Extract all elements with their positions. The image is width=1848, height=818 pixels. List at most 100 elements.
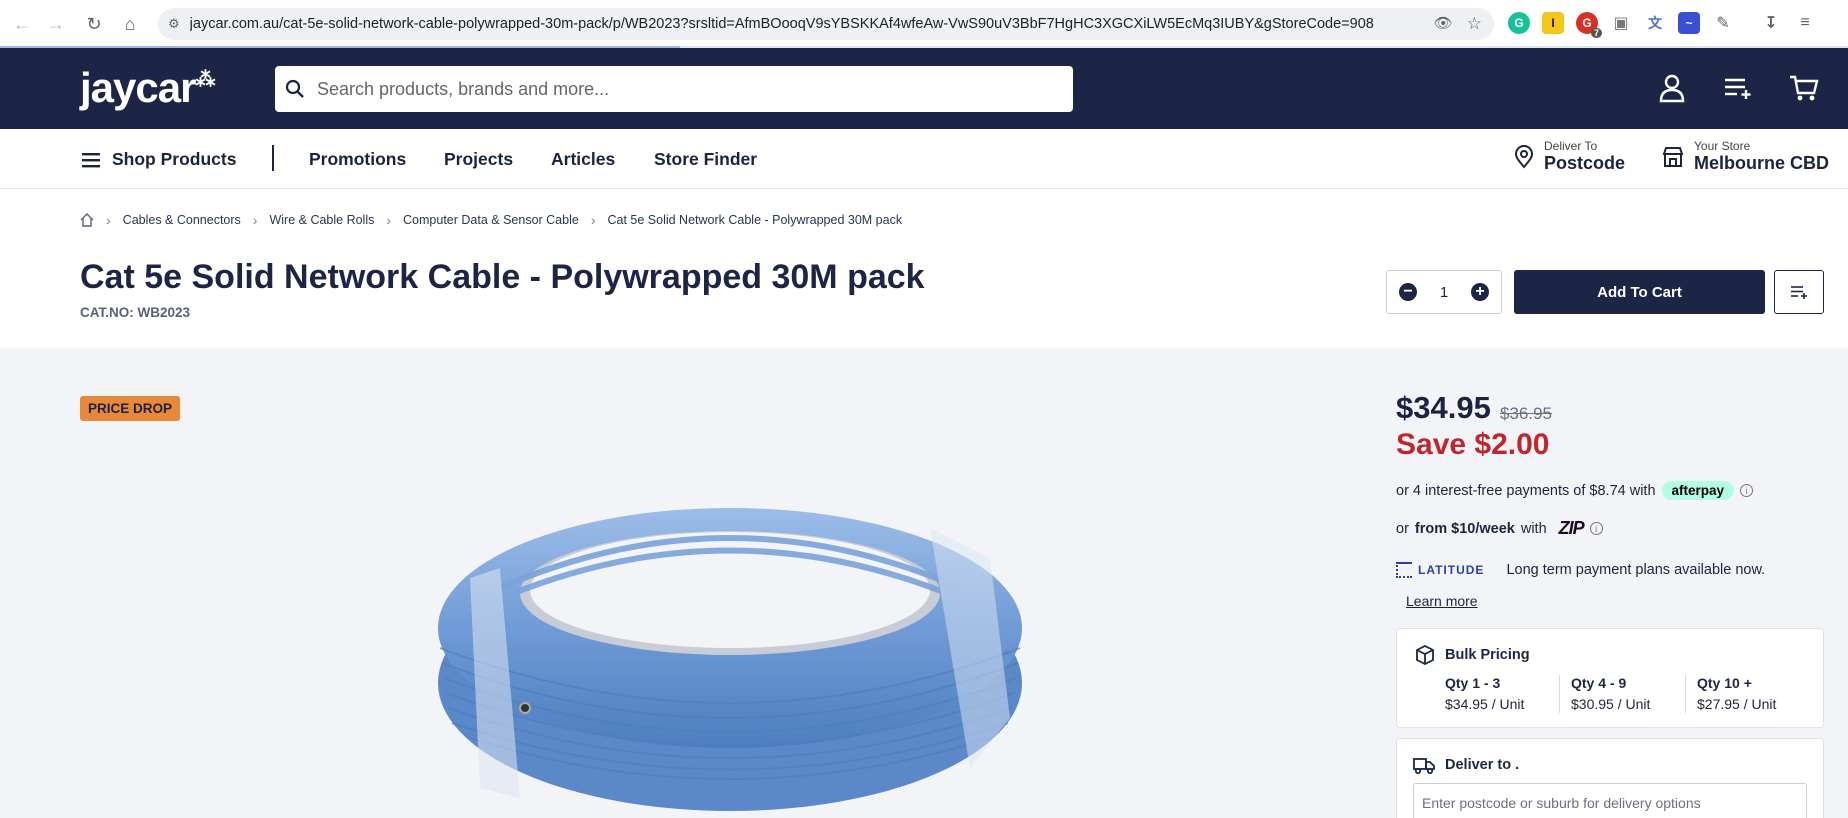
- zip-prefix: or: [1396, 520, 1409, 537]
- translate-icon[interactable]: 文: [1644, 12, 1666, 34]
- your-store-label: Your Store: [1694, 139, 1751, 153]
- bulk-tier: Qty 4 - 9 $30.95 / Unit: [1571, 675, 1650, 712]
- search-icon: [285, 79, 304, 98]
- shop-products-menu[interactable]: Shop Products: [82, 149, 236, 170]
- add-to-wishlist-button[interactable]: [1774, 270, 1824, 314]
- extension-badge-count: 7: [1590, 28, 1602, 38]
- yellow-extension-icon[interactable]: I: [1542, 12, 1564, 34]
- old-price: $36.95: [1500, 404, 1552, 423]
- nav-item-articles[interactable]: Articles: [551, 149, 615, 170]
- breadcrumb-item[interactable]: Cables & Connectors: [123, 213, 241, 227]
- home-icon[interactable]: ⌂: [116, 10, 144, 38]
- delivery-title-text: Deliver to: [1445, 757, 1512, 773]
- learn-more-link[interactable]: Learn more: [1406, 593, 1478, 609]
- url-text[interactable]: jaycar.com.au/cat-5e-solid-network-cable…: [190, 16, 1430, 32]
- bulk-tier-price: $30.95 / Unit: [1571, 696, 1651, 712]
- latitude-logo[interactable]: LATITUDE: [1396, 562, 1484, 578]
- extensions-puzzle-icon[interactable]: ✎: [1712, 12, 1734, 34]
- zip-logo[interactable]: ZIP: [1559, 518, 1585, 539]
- shop-products-label: Shop Products: [112, 149, 237, 169]
- site-info-icon[interactable]: ⚙: [168, 16, 180, 32]
- bulk-tier-qty: Qty 10 +: [1697, 675, 1752, 691]
- home-breadcrumb-icon[interactable]: [80, 213, 94, 227]
- camera-icon[interactable]: ▣: [1610, 12, 1632, 34]
- tracking-off-icon[interactable]: 👁: [1434, 14, 1453, 34]
- breadcrumb: › Cables & Connectors › Wire & Cable Rol…: [80, 212, 902, 228]
- wishlist-add-icon[interactable]: [1720, 70, 1756, 106]
- afterpay-line: or 4 interest-free payments of $8.74 wit…: [1396, 481, 1754, 500]
- reading-list-icon[interactable]: ≡: [1794, 12, 1816, 34]
- jaycar-logo[interactable]: jaycar⁂: [80, 64, 215, 112]
- breadcrumb-item[interactable]: Computer Data & Sensor Cable: [403, 213, 579, 227]
- bulk-tier-price: $27.95 / Unit: [1697, 696, 1777, 712]
- location-pin-icon: [1514, 144, 1534, 169]
- price-drop-badge: PRICE DROP: [80, 396, 181, 421]
- zip-line: or from $10/week with ZIP i: [1396, 518, 1603, 539]
- extensions-bar: G I G7 ▣ 文 ~ ✎ ↧ ≡: [1508, 12, 1816, 38]
- breadcrumb-separator-icon: ›: [386, 212, 392, 228]
- savings-amount: Save $2.00: [1396, 428, 1550, 461]
- reload-icon[interactable]: ↻: [80, 10, 108, 38]
- search-bar[interactable]: [275, 66, 1073, 112]
- bookmark-star-icon[interactable]: ☆: [1467, 14, 1482, 34]
- current-price: $34.95: [1396, 390, 1491, 425]
- product-main: PRICE DROP $34.95 $36.95 Save $2.00 or 4…: [0, 348, 1848, 818]
- latitude-logo-text: LATITUDE: [1418, 563, 1485, 577]
- nav-item-projects[interactable]: Projects: [444, 149, 513, 170]
- breadcrumb-separator-icon: ›: [106, 212, 111, 228]
- zip-suffix: with: [1520, 520, 1547, 537]
- browser-toolbar: ← → ↻ ⌂ ⚙ jaycar.com.au/cat-5e-solid-net…: [0, 0, 1848, 49]
- zip-info-icon[interactable]: i: [1589, 522, 1603, 535]
- pulse-extension-icon[interactable]: ~: [1678, 12, 1700, 34]
- bulk-pricing-title: Bulk Pricing: [1445, 647, 1530, 663]
- deliver-to-selector[interactable]: Deliver To Postcode: [1514, 139, 1625, 174]
- quantity-stepper: − 1 +: [1386, 270, 1502, 314]
- red-extension-icon[interactable]: G7: [1576, 12, 1602, 38]
- grammarly-extension-icon[interactable]: G: [1508, 12, 1530, 34]
- hamburger-icon: [82, 152, 100, 167]
- add-to-cart-button[interactable]: Add To Cart: [1514, 270, 1765, 314]
- store-name: Melbourne CBD: [1694, 153, 1829, 173]
- account-icon[interactable]: [1654, 70, 1690, 106]
- increase-quantity-button[interactable]: +: [1471, 283, 1489, 301]
- quantity-value[interactable]: 1: [1440, 284, 1448, 301]
- product-title: Cat 5e Solid Network Cable - Polywrapped…: [80, 258, 925, 296]
- delivery-postcode-input[interactable]: [1413, 783, 1807, 818]
- afterpay-text: or 4 interest-free payments of $8.74 wit…: [1396, 482, 1656, 499]
- product-image-cable-coil[interactable]: [430, 468, 1030, 818]
- breadcrumb-current: Cat 5e Solid Network Cable - Polywrapped…: [607, 213, 903, 227]
- bulk-tier-price: $34.95 / Unit: [1445, 696, 1525, 712]
- forward-icon[interactable]: →: [42, 10, 70, 38]
- download-icon[interactable]: ↧: [1760, 12, 1782, 34]
- bulk-divider: [1685, 675, 1686, 713]
- bulk-tier: Qty 10 + $27.95 / Unit: [1697, 675, 1776, 712]
- breadcrumb-item[interactable]: Wire & Cable Rolls: [269, 213, 374, 227]
- delivery-title-suffix: .: [1515, 757, 1520, 773]
- site-header: jaycar⁂: [0, 48, 1848, 129]
- nav-divider: [272, 145, 274, 171]
- latitude-mark-icon: [1396, 562, 1412, 578]
- deliver-to-label: Deliver To: [1544, 139, 1598, 153]
- your-store-selector[interactable]: Your Store Melbourne CBD: [1662, 139, 1829, 174]
- delivery-truck-icon: [1413, 758, 1435, 775]
- nav-item-promotions[interactable]: Promotions: [309, 149, 406, 170]
- bulk-tier: Qty 1 - 3 $34.95 / Unit: [1445, 675, 1524, 712]
- deliver-postcode: Postcode: [1544, 153, 1626, 173]
- breadcrumb-separator-icon: ›: [252, 212, 258, 228]
- nav-item-store-finder[interactable]: Store Finder: [654, 149, 757, 170]
- afterpay-logo[interactable]: afterpay: [1661, 481, 1735, 500]
- delivery-title: Deliver to .: [1445, 757, 1519, 773]
- cart-icon[interactable]: [1786, 70, 1822, 106]
- breadcrumb-separator-icon: ›: [590, 212, 596, 228]
- search-input[interactable]: [317, 78, 1057, 100]
- back-icon[interactable]: ←: [8, 10, 36, 38]
- logo-spark-icon: ⁂: [195, 69, 215, 91]
- decrease-quantity-button[interactable]: −: [1399, 283, 1417, 301]
- main-nav: Shop Products Promotions Projects Articl…: [0, 129, 1848, 189]
- catalog-number: CAT.NO: WB2023: [80, 305, 191, 320]
- afterpay-info-icon[interactable]: i: [1740, 484, 1754, 497]
- address-bar[interactable]: ⚙ jaycar.com.au/cat-5e-solid-network-cab…: [158, 8, 1494, 40]
- latitude-line: LATITUDE Long term payment plans availab…: [1396, 562, 1765, 578]
- bulk-pricing-card: Bulk Pricing Qty 1 - 3 $34.95 / Unit Qty…: [1396, 628, 1824, 728]
- zip-amount: from $10/week: [1414, 520, 1515, 537]
